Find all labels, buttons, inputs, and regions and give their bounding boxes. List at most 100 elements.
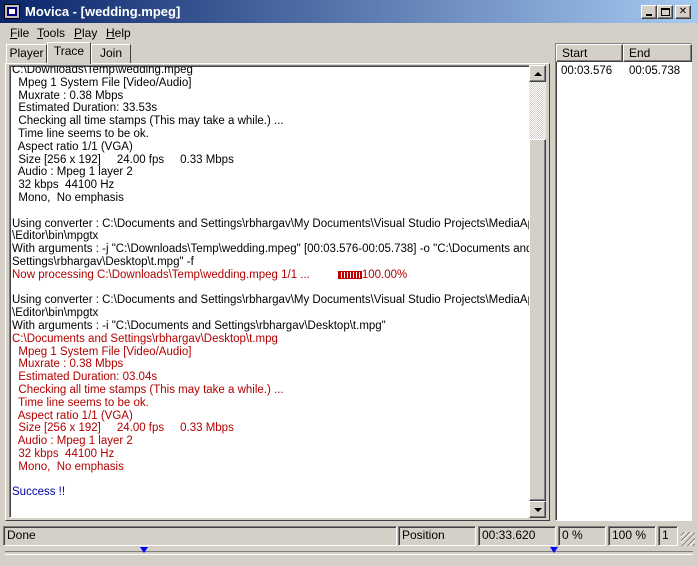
tab-player[interactable]: Player [6, 44, 47, 63]
trace-line: Mpeg 1 System File [Video/Audio] [12, 77, 532, 90]
position-label: Position [398, 526, 476, 546]
percent-start: 0 % [558, 526, 606, 546]
timeline-track[interactable] [5, 551, 693, 555]
trace-line-text: Muxrate : 0.38 Mbps [12, 89, 124, 102]
trace-line: Using converter : C:\Documents and Setti… [12, 294, 540, 307]
segment-count: 1 [658, 526, 678, 546]
menu-help[interactable]: Help [106, 26, 131, 40]
scroll-up-button[interactable] [529, 65, 546, 82]
column-header-start[interactable]: Start [556, 44, 623, 62]
position-value: 00:33.620 [478, 526, 556, 546]
trace-line-text: Mono, No emphasis [12, 460, 124, 473]
trace-line: Aspect ratio 1/1 (VGA) [12, 141, 532, 154]
trace-line-text: Mpeg 1 System File [Video/Audio] [12, 76, 192, 89]
trace-line: C:\Downloads\Temp\wedding.mpeg [12, 66, 532, 77]
trace-line-text: Size [256 x 192] 24.00 fps 0.33 Mbps [12, 153, 234, 166]
trace-line: Mono, No emphasis [12, 192, 532, 205]
trace-line: Size [256 x 192] 24.00 fps 0.33 Mbps [12, 154, 532, 167]
trace-line: Size [256 x 192] 24.00 fps 0.33 Mbps [12, 422, 532, 435]
app-icon[interactable] [4, 4, 20, 19]
close-button[interactable]: ✕ [675, 5, 691, 19]
trace-line-text: \Editor\bin\mpgtx [12, 307, 99, 320]
trace-line-text: Mpeg 1 System File [Video/Audio] [12, 345, 192, 358]
trace-line: Audio : Mpeg 1 layer 2 [12, 166, 532, 179]
trace-line-text: Success !! [12, 486, 66, 499]
trace-line-text: With arguments : -i "C:\Documents and Se… [12, 319, 386, 332]
trace-line-text: Checking all time stamps (This may take … [12, 383, 284, 396]
close-icon: ✕ [678, 6, 688, 17]
percent-end: 100 % [608, 526, 656, 546]
trace-line [12, 205, 532, 218]
trace-line-text: Audio : Mpeg 1 layer 2 [12, 435, 133, 448]
trace-line: Checking all time stamps (This may take … [12, 115, 532, 128]
trace-line-text: C:\Documents and Settings\rbhargav\Deskt… [12, 332, 278, 345]
trace-line: Checking all time stamps (This may take … [12, 384, 532, 397]
trace-line: Estimated Duration: 33.53s [12, 102, 532, 115]
trace-line: \Editor\bin\mpgtx [12, 307, 532, 320]
trace-line-text: Mono, No emphasis [12, 191, 124, 204]
trace-line-text: Size [256 x 192] 24.00 fps 0.33 Mbps [12, 422, 234, 435]
trace-log[interactable]: C:\Downloads\Temp\wedding.mpeg Mpeg 1 Sy… [9, 65, 546, 518]
trace-line-text: Settings\rbhargav\Desktop\t.mpg" -f [12, 255, 194, 268]
title-bar[interactable]: Movica - [wedding.mpeg] ✕ [0, 0, 698, 23]
trace-line: Audio : Mpeg 1 layer 2 [12, 435, 532, 448]
trace-scrollbar[interactable] [529, 65, 546, 518]
trace-line: Estimated Duration: 03.04s [12, 371, 532, 384]
tab-trace[interactable]: Trace [47, 42, 91, 64]
menu-file-label: ile [17, 26, 30, 40]
segment-list[interactable]: Start End 00:03.576 00:05.738 [555, 43, 692, 521]
scroll-down-button[interactable] [529, 501, 546, 518]
trace-line-text: Aspect ratio 1/1 (VGA) [12, 409, 133, 422]
maximize-icon [661, 8, 670, 16]
trace-line: Time line seems to be ok. [12, 397, 532, 410]
trace-line-text: Time line seems to be ok. [12, 127, 149, 140]
trace-line: With arguments : -j "C:\Downloads\Temp\w… [12, 243, 532, 256]
maximize-button[interactable] [657, 5, 673, 19]
progress-percent: 100.00% [361, 268, 408, 281]
trace-line: Time line seems to be ok. [12, 128, 532, 141]
trace-line: Muxrate : 0.38 Mbps [12, 90, 532, 103]
arrow-up-icon [534, 72, 542, 76]
trace-line-text: Audio : Mpeg 1 layer 2 [12, 166, 133, 179]
trace-line [12, 282, 532, 295]
timeline-start-marker-icon[interactable] [140, 547, 148, 553]
trace-log-content: C:\Downloads\Temp\wedding.mpeg Mpeg 1 Sy… [12, 66, 540, 499]
trace-line-text: Now processing C:\Downloads\Temp\wedding… [12, 268, 310, 281]
minimize-icon [646, 14, 652, 16]
trace-line-text: 32 kbps 44100 Hz [12, 179, 115, 192]
trace-line-text: 32 kbps 44100 Hz [12, 447, 115, 460]
menu-file[interactable]: File [10, 26, 29, 40]
menu-tools-label: ools [43, 26, 66, 40]
trace-line-text: Estimated Duration: 03.04s [12, 371, 158, 384]
arrow-down-icon [534, 508, 542, 512]
trace-line-text: Estimated Duration: 33.53s [12, 102, 158, 115]
resize-grip-icon[interactable] [681, 532, 695, 546]
segment-row[interactable]: 00:03.576 00:05.738 [558, 64, 691, 79]
trace-line-text: Using converter : C:\Documents and Setti… [12, 217, 541, 230]
trace-line-text: Muxrate : 0.38 Mbps [12, 358, 124, 371]
trace-line: \Editor\bin\mpgtx [12, 230, 532, 243]
column-header-end[interactable]: End [623, 44, 692, 62]
window-title: Movica - [wedding.mpeg] [25, 4, 181, 19]
trace-line-text: Aspect ratio 1/1 (VGA) [12, 140, 133, 153]
trace-line-text: \Editor\bin\mpgtx [12, 230, 99, 243]
menu-play-mnemonic: P [74, 26, 83, 40]
trace-line: Settings\rbhargav\Desktop\t.mpg" -f [12, 256, 532, 269]
trace-line: 32 kbps 44100 Hz [12, 179, 532, 192]
panel-splitter[interactable] [551, 42, 554, 522]
trace-line: Aspect ratio 1/1 (VGA) [12, 410, 532, 423]
menu-help-label: elp [114, 26, 131, 40]
tab-join[interactable]: Join [91, 44, 131, 63]
minimize-button[interactable] [641, 5, 657, 19]
timeline-end-marker-icon[interactable] [550, 547, 558, 553]
trace-line: Mono, No emphasis [12, 461, 532, 474]
trace-line: Muxrate : 0.38 Mbps [12, 358, 532, 371]
menu-help-mnemonic: H [106, 26, 115, 40]
menu-play[interactable]: Play [74, 26, 97, 40]
menu-tools[interactable]: Tools [37, 26, 65, 40]
trace-line-text: With arguments : -j "C:\Downloads\Temp\w… [12, 243, 533, 256]
menu-play-label: lay [82, 26, 98, 40]
progress-bar-icon [337, 270, 362, 279]
trace-line [12, 474, 532, 487]
scroll-thumb[interactable] [529, 139, 546, 501]
